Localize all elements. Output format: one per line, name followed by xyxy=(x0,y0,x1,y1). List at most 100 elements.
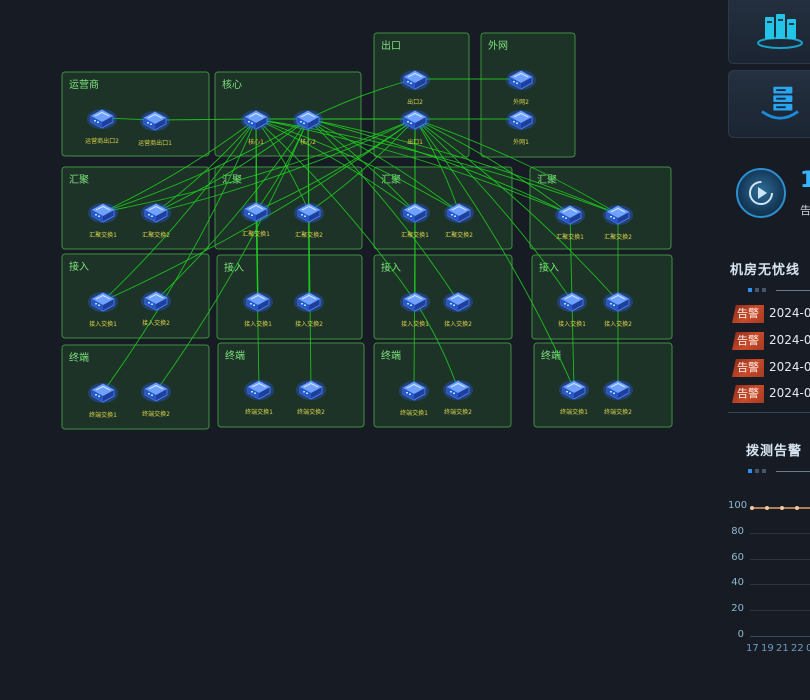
router-icon[interactable] xyxy=(400,292,430,312)
device-label: 接入交换2 xyxy=(142,319,170,327)
zone-group: 运营商 xyxy=(61,71,210,157)
router-icon[interactable] xyxy=(241,110,271,130)
device-label: 汇聚交换2 xyxy=(142,231,170,239)
router-icon[interactable] xyxy=(293,110,323,130)
alarm-stat-value: 1 xyxy=(800,168,810,193)
room-alarm-title: 机房无忧线 xyxy=(730,263,801,278)
device-label: 终端交换2 xyxy=(142,410,170,418)
router-icon[interactable] xyxy=(88,292,118,312)
router-icon[interactable] xyxy=(400,203,430,223)
y-tick-label: 0 xyxy=(737,629,744,640)
router-icon[interactable] xyxy=(399,381,429,401)
device-label: 终端交换1 xyxy=(89,411,117,419)
router-icon[interactable] xyxy=(400,110,430,130)
device-label: 汇聚交换1 xyxy=(242,230,270,238)
zone-group: 接入 xyxy=(531,254,673,340)
data-point[interactable] xyxy=(780,506,784,510)
device-label: 汇聚交换2 xyxy=(295,231,323,239)
router-icon[interactable] xyxy=(141,382,171,402)
device-label: 汇聚交换1 xyxy=(556,233,584,241)
alarm-tag: 告警 xyxy=(732,385,764,403)
alarm-row[interactable]: 告警 2024-0 xyxy=(732,305,810,323)
router-icon[interactable] xyxy=(244,380,274,400)
device-label: 终端交换1 xyxy=(400,409,428,417)
section-decoration xyxy=(746,468,810,474)
router-icon[interactable] xyxy=(294,292,324,312)
alarm-time: 2024-0 xyxy=(769,360,810,374)
alarm-row[interactable]: 告警 2024-0 xyxy=(732,385,810,403)
router-icon[interactable] xyxy=(294,203,324,223)
device-label: 核心2 xyxy=(300,138,316,146)
router-icon[interactable] xyxy=(603,205,633,225)
device-label: 终端交换1 xyxy=(560,408,588,416)
router-icon[interactable] xyxy=(88,203,118,223)
y-tick-label: 20 xyxy=(731,603,744,614)
zone-group: 汇聚 xyxy=(61,166,210,250)
router-icon[interactable] xyxy=(443,292,473,312)
router-icon[interactable] xyxy=(87,109,117,129)
router-icon[interactable] xyxy=(559,380,589,400)
router-icon[interactable] xyxy=(140,111,170,131)
data-point[interactable] xyxy=(750,506,754,510)
router-icon[interactable] xyxy=(555,205,585,225)
router-icon[interactable] xyxy=(443,380,473,400)
zone-group: 终端 xyxy=(533,342,673,428)
zone-label: 运营商 xyxy=(69,78,99,91)
device-label: 接入交换2 xyxy=(444,320,472,328)
data-point[interactable] xyxy=(765,506,769,510)
x-tick-label: 17 xyxy=(746,643,759,654)
device-label: 终端交换2 xyxy=(604,408,632,416)
alarm-tag: 告警 xyxy=(732,359,764,377)
alarm-row[interactable]: 告警 2024-0 xyxy=(732,359,810,377)
device-label: 运营商出口2 xyxy=(85,137,119,145)
alarm-tag: 告警 xyxy=(732,305,764,323)
right-panel: 1 告 机房无忧线 告警 2024-0 告警 2024-0 告警 2024-0 … xyxy=(728,0,810,700)
device-label: 接入交换1 xyxy=(244,320,272,328)
router-icon[interactable] xyxy=(557,292,587,312)
zone-label: 终端 xyxy=(225,349,245,362)
server-rack-icon xyxy=(757,14,803,49)
zone-group: 核心 xyxy=(214,71,362,157)
device-label: 外网1 xyxy=(513,138,529,146)
zone-group: 接入 xyxy=(373,254,513,340)
zone-label: 接入 xyxy=(224,261,244,274)
x-tick-label: 0 xyxy=(806,643,810,654)
y-tick-label: 40 xyxy=(731,577,744,588)
alarm-stat-label: 告 xyxy=(800,204,810,217)
router-icon[interactable] xyxy=(603,292,633,312)
alarm-time: 2024-0 xyxy=(769,333,810,347)
router-icon[interactable] xyxy=(141,291,171,311)
zone-group: 汇聚 xyxy=(214,166,363,250)
device-label: 终端交换2 xyxy=(297,408,325,416)
x-tick-label: 21 xyxy=(776,643,789,654)
device-label: 运营商出口1 xyxy=(138,139,172,147)
server-stack-icon xyxy=(761,86,799,120)
x-tick-label: 22 xyxy=(791,643,804,654)
router-icon[interactable] xyxy=(506,70,536,90)
router-icon[interactable] xyxy=(243,292,273,312)
router-icon[interactable] xyxy=(296,380,326,400)
alarm-stat-icon xyxy=(736,168,786,218)
router-icon[interactable] xyxy=(444,203,474,223)
device-label: 汇聚交换2 xyxy=(604,233,632,241)
zone-label: 终端 xyxy=(541,349,561,362)
router-icon[interactable] xyxy=(603,380,633,400)
router-icon[interactable] xyxy=(400,70,430,90)
alarm-tag: 告警 xyxy=(732,332,764,350)
server-card[interactable] xyxy=(728,0,810,64)
router-icon[interactable] xyxy=(88,383,118,403)
network-topology: 运营商 核心出口 外网汇聚 汇聚 汇聚 汇聚接入 接入 接入 接入终端 终端 终端 终端 运营商出口2… xyxy=(61,32,673,430)
router-icon[interactable] xyxy=(141,203,171,223)
router-icon[interactable] xyxy=(241,202,271,222)
router-icon[interactable] xyxy=(506,110,536,130)
device-label: 接入交换1 xyxy=(401,320,429,328)
zone-label: 接入 xyxy=(539,261,559,274)
zone-label: 核心 xyxy=(222,78,242,91)
divider xyxy=(728,412,810,413)
device-label: 终端交换1 xyxy=(245,408,273,416)
series-line xyxy=(750,506,810,510)
data-point[interactable] xyxy=(795,506,799,510)
alarm-row[interactable]: 告警 2024-0 xyxy=(732,332,810,350)
storage-card[interactable] xyxy=(728,70,810,138)
grid-line xyxy=(750,559,810,560)
